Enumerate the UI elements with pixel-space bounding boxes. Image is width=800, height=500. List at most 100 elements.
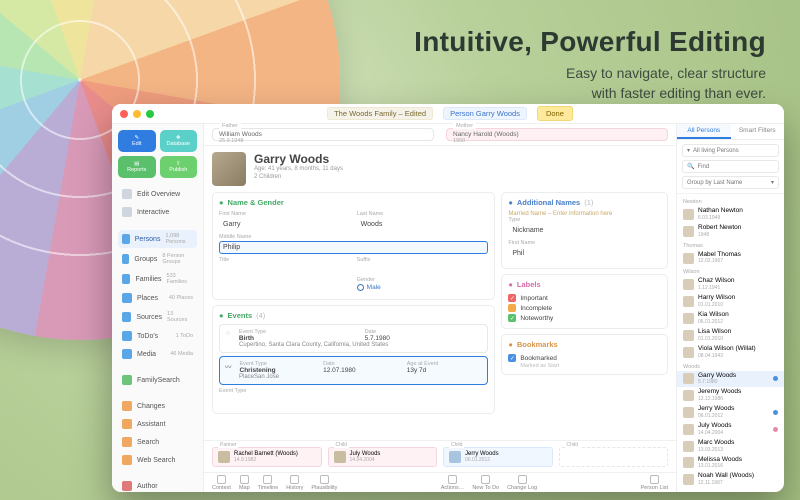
list-item[interactable]: Garry Woods5.7.1980 [677,371,784,388]
list-item[interactable]: Jerry Woods06.01.2012 [677,404,784,421]
label-noteworthy[interactable]: ✓Noteworthy [508,313,661,323]
avatar [683,424,694,435]
gender-dot-icon [773,410,778,415]
toolbar-timeline[interactable]: Timeline [258,475,279,491]
toolbar-context[interactable]: Context [212,475,231,491]
group-select[interactable]: Group by Last Name▾ [682,176,779,189]
sidebar-item-familysearch[interactable]: FamilySearch [118,372,197,388]
hero-line2: with faster editing than ever. [592,85,766,101]
avatar [683,474,694,485]
hero-copy: Intuitive, Powerful Editing Easy to navi… [414,26,766,103]
person-name: Garry Woods [254,152,343,166]
person-children: 2 Children [254,174,343,182]
sidebar-item-todos[interactable]: ToDo's1 ToDo [118,328,197,344]
additional-names-card: ●Additional Names (1) Married Name – Ent… [501,192,668,269]
toolbar-new-todo[interactable]: New To Do [472,475,499,491]
minimize-icon[interactable] [133,110,141,118]
add-child-card[interactable]: Child [559,447,669,467]
sidebar-item-groups[interactable]: Groups8 Person Groups [118,250,197,268]
sidebar-item-author[interactable]: Author [118,478,197,492]
close-icon[interactable] [120,110,128,118]
child1-card[interactable]: Child July Woods14.04.2004 [328,447,438,467]
wave-icon: 〰 [225,361,232,374]
doc-title-chip[interactable]: The Woods Family – Edited [327,107,433,120]
label-incomplete[interactable]: Incomplete [508,303,661,313]
title-field[interactable] [219,264,351,274]
avatar [683,373,694,384]
toolbar-actions[interactable]: Actions… [441,475,465,491]
father-card[interactable]: Father William Woods 25.9.1948 [212,128,434,141]
middle-name-field[interactable]: Philip [219,241,488,254]
list-item[interactable]: Robert Newton1948 [677,223,784,240]
sidebar-item-search[interactable]: Search [118,434,197,450]
sidebar-item-assistant[interactable]: Assistant [118,416,197,432]
toolbar-map[interactable]: Map [239,475,250,491]
partner-card[interactable]: Partner Rachel Barnett (Woods)14.9.1982 [212,447,322,467]
list-item[interactable]: Melissa Woods13.01.2016 [677,455,784,472]
breadcrumb-chip[interactable]: Person Garry Woods [443,107,527,120]
event-christening[interactable]: 〰 Event TypeChristening Date12.07.1980 A… [219,356,488,385]
bookmark-toggle[interactable]: ✓Bookmarked [508,353,661,363]
list-group-header: Newton [677,196,784,206]
avatar [683,279,694,290]
avatar [683,330,694,341]
first-name-field[interactable]: Garry [219,218,351,231]
sidebar-item-sources[interactable]: Sources13 Sources [118,308,197,326]
sidebar-item-changes[interactable]: Changes [118,398,197,414]
list-item[interactable]: Marc Woods13.03.2013 [677,438,784,455]
addl-type-field[interactable]: Nickname [508,224,661,237]
child2-card[interactable]: Child Jerry Woods06.01.2012 [443,447,553,467]
last-name-field[interactable]: Woods [357,218,489,231]
sidebar-btn-database[interactable]: ❖Database [160,130,198,152]
person-avatar[interactable] [212,152,246,186]
sidebar-item-families[interactable]: Families533 Families [118,270,197,288]
main-pane: Father William Woods 25.9.1948 Mother Na… [204,124,676,492]
filter-select[interactable]: ▾All living Persons [682,144,779,157]
sidebar-item-websearch[interactable]: Web Search [118,452,197,468]
list-item[interactable]: Noah Wall (Woods)12.11.1987 [677,471,784,488]
sidebar: ✎Edit ❖Database ▤Reports ⇪Publish Edit O… [112,124,204,492]
sidebar-item-persons[interactable]: Persons1,098 Persons [118,230,197,248]
avatar [683,226,694,237]
tab-all-persons[interactable]: All Persons [677,124,731,139]
list-item[interactable]: Mabel Thomas12.02.1967 [677,250,784,267]
sidebar-item-media[interactable]: Media46 Media [118,346,197,362]
zoom-icon[interactable] [146,110,154,118]
list-item[interactable]: Viola Wilson (Willat)08.04.1943 [677,344,784,361]
add-event-field[interactable] [219,395,488,405]
search-icon: 🔍 [687,163,694,170]
list-item[interactable]: Chaz Wilson1.12.1941 [677,276,784,293]
avatar [683,296,694,307]
sidebar-interactive[interactable]: Interactive [118,204,197,220]
event-birth[interactable]: ☆ Event TypeBirth Date5.7.1980 Cupertino… [219,324,488,353]
label-important[interactable]: ✓Important [508,293,661,303]
person-list-panel: All Persons Smart Filters ▾All living Pe… [676,124,784,492]
toolbar-changelog[interactable]: Change Log [507,475,537,491]
sidebar-item-places[interactable]: Places40 Places [118,290,197,306]
done-button[interactable]: Done [537,106,573,121]
sidebar-btn-edit[interactable]: ✎Edit [118,130,156,152]
search-input[interactable]: 🔍Find [682,160,779,173]
sidebar-btn-reports[interactable]: ▤Reports [118,156,156,178]
list-item[interactable]: Nathan Newton6.03.1949 [677,206,784,223]
list-item[interactable]: Harry Wilson01.01.2010 [677,293,784,310]
star-icon[interactable]: ☆ [225,329,231,342]
sidebar-overview[interactable]: Edit Overview [118,186,197,202]
list-item[interactable]: Lisa Wilson01.01.2010 [677,327,784,344]
addl-first-field[interactable]: Phil [508,247,661,260]
gender-select[interactable]: Male [357,284,489,291]
suffix-field[interactable] [357,264,489,274]
toldo-history[interactable]: History [286,475,303,491]
events-card: ●Events (4) ☆ Event TypeBirth Date5.7.19… [212,305,495,414]
toolbar-plausibility[interactable]: Plausibility [311,475,337,491]
avatar [683,253,694,264]
toolbar-person-list[interactable]: Person List [641,475,669,491]
sidebar-btn-publish[interactable]: ⇪Publish [160,156,198,178]
list-item[interactable]: Jeremy Woods12.12.1986 [677,387,784,404]
tab-smart-filters[interactable]: Smart Filters [731,124,785,139]
name-gender-card: ●Name & Gender First Name Garry Last Nam… [212,192,495,300]
list-item[interactable]: July Woods14.04.2004 [677,421,784,438]
avatar [683,209,694,220]
list-item[interactable]: Kia Wilson06.01.2012 [677,310,784,327]
mother-card[interactable]: Mother Nancy Harold (Woods) 1950 [446,128,668,141]
